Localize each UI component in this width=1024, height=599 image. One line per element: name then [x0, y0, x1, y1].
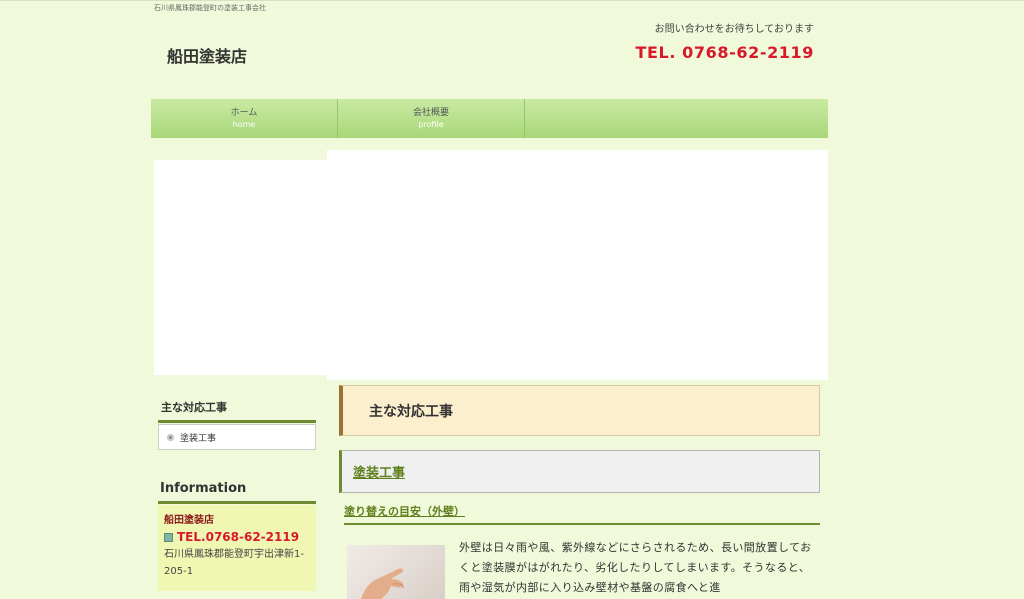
- nav-home-label: ホーム: [230, 107, 258, 118]
- main-nav: ホーム home 会社概要 profile: [151, 99, 828, 138]
- page-title: 主な対応工事: [339, 385, 820, 436]
- bullet-icon: [167, 433, 174, 441]
- nav-home-sub: home: [232, 119, 256, 129]
- section-heading: 塗り替えの目安（外壁）: [344, 503, 820, 525]
- info-company-name: 船田塗装店: [164, 515, 214, 526]
- site-title[interactable]: 船田塗装店: [167, 43, 247, 67]
- sidebar-item-painting[interactable]: 塗装工事: [158, 424, 316, 450]
- top-rule: [0, 0, 1024, 1]
- info-address: 石川県鳳珠郡能登町宇出津新1-205-1: [164, 549, 304, 577]
- info-phone-text: TEL.0768-62-2119: [177, 530, 300, 544]
- sidebar-works-heading: 主な対応工事: [158, 399, 316, 423]
- hero-image: [327, 150, 828, 380]
- sidebar-info-box: 船田塗装店 TEL.0768-62-2119 石川県鳳珠郡能登町宇出津新1-20…: [158, 505, 316, 591]
- sidebar-item-label: 塗装工事: [180, 433, 217, 444]
- content-paragraph: 外壁は日々雨や風、紫外線などにさらされるため、長い間放置しておくと塗装膜がはがれ…: [459, 541, 812, 594]
- info-phone[interactable]: TEL.0768-62-2119: [164, 529, 310, 546]
- contact-note: お問い合わせをお待ちしております: [654, 24, 814, 35]
- section-title: 塗り替えの目安（外壁）: [344, 505, 465, 518]
- nav-profile-label: 会社概要: [412, 107, 449, 118]
- hand-on-wall-image: [361, 568, 404, 599]
- header-phone[interactable]: TEL. 0768-62-2119: [636, 43, 815, 62]
- subsection-heading: 塗装工事: [339, 450, 820, 493]
- phone-icon: [164, 533, 173, 542]
- nav-profile[interactable]: 会社概要 profile: [338, 99, 525, 138]
- site-tagline: 石川県鳳珠郡能登町の塗装工事会社: [154, 4, 266, 12]
- sidebar-info-heading: Information: [158, 481, 316, 504]
- nav-profile-sub: profile: [418, 119, 444, 129]
- subsection-link[interactable]: 塗装工事: [353, 462, 405, 481]
- content-photo: [347, 545, 445, 599]
- hero-image-left: [154, 160, 327, 375]
- nav-home[interactable]: ホーム home: [151, 99, 338, 138]
